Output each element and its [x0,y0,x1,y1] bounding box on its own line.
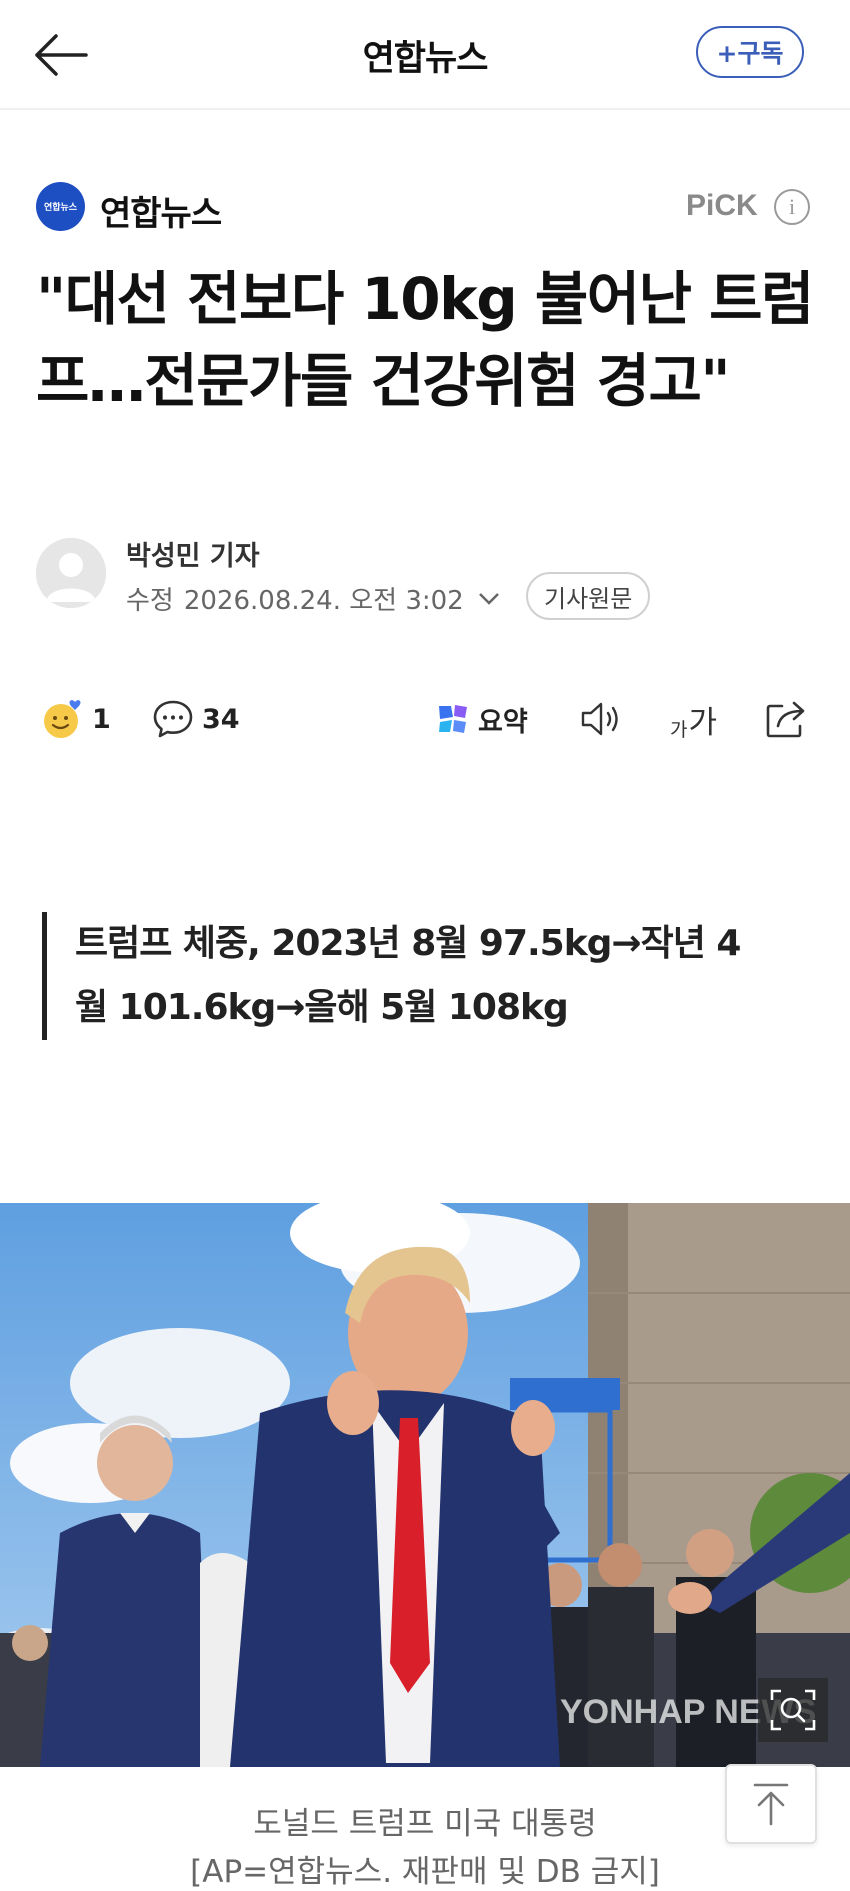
photo-caption: 도널드 트럼프 미국 대통령 [AP=연합뉴스. 재판매 및 DB 금지] [0,1800,850,1891]
summary-icon [439,705,467,733]
original-article-button[interactable]: 기사원문 [526,572,651,620]
subscribe-button[interactable]: +구독 [696,26,804,78]
zoom-icon [770,1689,816,1731]
info-icon[interactable]: i [774,189,810,225]
top-bar: 연합뉴스 +구독 [0,0,850,110]
summary-button[interactable]: 요약 [436,690,528,748]
font-large-label: 가 [688,704,718,741]
comment-button[interactable]: 34 [152,690,240,748]
byline: 박성민 기자 수정 2026.08.24. 오전 3:02 기사원문 [36,534,816,624]
press-header: 연합뉴스 연합뉴스 PiCK i [36,182,816,235]
chevron-down-icon[interactable] [478,592,500,606]
scroll-to-top-button[interactable] [725,1764,817,1844]
reaction-button[interactable]: 1 [42,690,111,748]
photo-zoom-button[interactable] [758,1678,828,1742]
article-headline: "대선 전보다 10kg 불어난 트럼프…전문가들 건강위험 경고" [36,265,814,415]
caption-line-2: [AP=연합뉴스. 재판매 및 DB 금지] [190,1854,660,1890]
news-photo: YONHAP NEWS [0,1203,850,1767]
article-subheading: 트럼프 체중, 2023년 8월 97.5kg→작년 4월 101.6kg→올해… [42,912,762,1040]
font-size-icon: 가 가 [670,697,717,742]
read-aloud-button[interactable] [579,690,625,748]
reporter-avatar[interactable] [36,538,106,608]
speaker-icon [581,702,618,736]
user-placeholder-icon [36,538,106,608]
modified-time: 2026.08.24. 오전 3:02 [183,586,464,616]
summary-label: 요약 [478,706,528,738]
font-size-button[interactable]: 가 가 [670,690,717,748]
font-small-label: 가 [670,718,688,741]
reaction-count: 1 [92,703,111,735]
reaction-emoji-icon [44,700,81,738]
comment-count: 34 [202,703,240,735]
comment-icon [153,700,193,738]
caption-line-1: 도널드 트럼프 미국 대통령 [253,1806,597,1842]
arrow-up-icon [753,1783,789,1826]
pick-label: PiCK [686,189,758,222]
share-icon [766,701,805,738]
reporter-name[interactable]: 박성민 기자 [126,534,260,573]
share-button[interactable] [764,690,808,748]
press-logo[interactable]: 연합뉴스 [36,182,85,231]
article-meta: 수정 2026.08.24. 오전 3:02 [126,580,500,617]
modified-label: 수정 [126,586,174,616]
action-bar: 1 34 요약 가 가 [36,690,816,748]
press-name[interactable]: 연합뉴스 [100,186,222,235]
article-photo[interactable]: YONHAP NEWS [0,1203,850,1767]
